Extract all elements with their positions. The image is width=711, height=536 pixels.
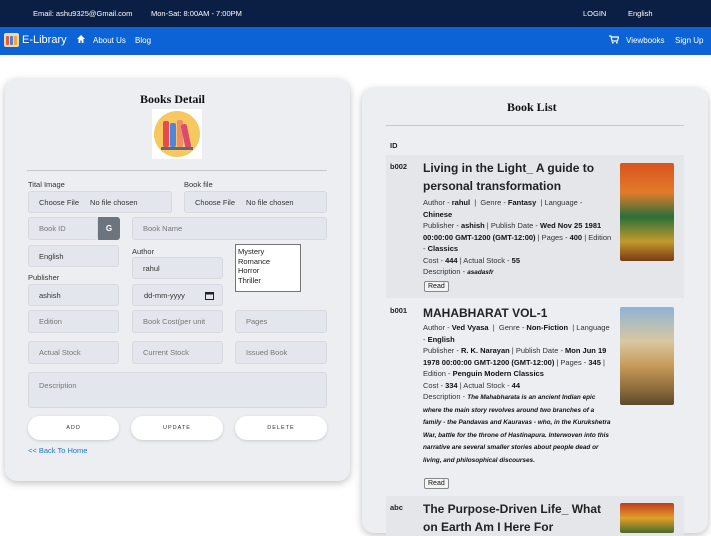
author-label: Author bbox=[132, 247, 155, 256]
read-button[interactable]: Read bbox=[424, 281, 449, 292]
genre-option[interactable]: Mystery bbox=[238, 247, 298, 257]
language-input[interactable]: English bbox=[28, 245, 119, 267]
book-id-cell: b002 bbox=[390, 162, 408, 171]
id-column-header: ID bbox=[390, 141, 398, 150]
book-cover-image[interactable] bbox=[620, 307, 674, 405]
read-button[interactable]: Read bbox=[424, 478, 449, 489]
book-id-cell: b001 bbox=[390, 306, 408, 315]
book-id-input[interactable]: Book ID bbox=[28, 217, 98, 240]
library-logo-icon bbox=[4, 33, 19, 47]
brand[interactable]: E-Library bbox=[4, 33, 67, 47]
business-hours: Mon-Sat: 8:00AM - 7:00PM bbox=[151, 9, 242, 18]
pages-input[interactable]: Pages bbox=[235, 310, 327, 333]
actual-stock-input[interactable]: Actual Stock bbox=[28, 341, 119, 364]
main-navbar: E-Library About Us Blog Viewbooks Sign U… bbox=[0, 27, 711, 55]
nav-blog[interactable]: Blog bbox=[135, 36, 151, 45]
publisher-label: Publisher bbox=[28, 273, 60, 282]
brand-name: E-Library bbox=[22, 34, 67, 46]
book-id-cell: abc bbox=[390, 503, 403, 512]
book-title: Living in the Light_ A guide to personal… bbox=[423, 161, 595, 193]
book-list-title: Book List bbox=[507, 100, 557, 114]
genre-option[interactable]: Romance bbox=[238, 257, 298, 267]
book-file-input[interactable]: Choose File No file chosen bbox=[184, 191, 327, 213]
genre-option[interactable]: Thriller bbox=[238, 276, 298, 286]
book-cover-image[interactable] bbox=[620, 503, 674, 533]
home-icon[interactable] bbox=[76, 34, 86, 46]
publish-date-input[interactable]: dd-mm-yyyy bbox=[132, 284, 223, 306]
genre-select[interactable]: Mystery Romance Horror Thriller bbox=[235, 244, 301, 292]
cart-icon[interactable] bbox=[609, 35, 620, 46]
language-selector[interactable]: English bbox=[628, 9, 653, 18]
genre-option[interactable]: Horror bbox=[238, 266, 298, 276]
book-cover-image[interactable] bbox=[620, 163, 674, 261]
description-textarea[interactable]: Description bbox=[28, 372, 327, 408]
edition-input[interactable]: Edition bbox=[28, 310, 119, 333]
contact-email: Email: ashu9325@Gmail.com bbox=[33, 9, 133, 18]
books-image-icon bbox=[152, 109, 202, 159]
issued-book-input[interactable]: Issued Book bbox=[235, 341, 327, 364]
book-name-input[interactable]: Book Name bbox=[132, 217, 327, 240]
divider bbox=[27, 170, 327, 171]
title-image-label: Tital Image bbox=[28, 180, 65, 189]
title-image-input[interactable]: Choose File No file chosen bbox=[28, 191, 172, 213]
book-title: MAHABHARAT VOL-1 bbox=[423, 306, 548, 320]
book-title: The Purpose-Driven Life_ What on Earth A… bbox=[423, 502, 602, 534]
back-to-home-link[interactable]: << Back To Home bbox=[28, 446, 87, 455]
top-info-bar: Email: ashu9325@Gmail.com Mon-Sat: 8:00A… bbox=[0, 0, 711, 27]
nav-viewbooks[interactable]: Viewbooks bbox=[626, 36, 665, 45]
delete-button[interactable]: DELETE bbox=[235, 416, 327, 440]
author-input[interactable]: rahul bbox=[132, 257, 223, 279]
book-cost-input[interactable]: Book Cost(per unit bbox=[132, 310, 223, 333]
current-stock-input[interactable]: Current Stock bbox=[132, 341, 223, 364]
books-detail-title: Books Detail bbox=[140, 92, 206, 106]
nav-about-us[interactable]: About Us bbox=[93, 36, 126, 45]
book-details: Author - rahul | Genre - Fantasy | Langu… bbox=[423, 198, 612, 276]
generate-id-button[interactable]: G bbox=[98, 217, 120, 240]
book-file-label: Book file bbox=[184, 180, 213, 189]
add-button[interactable]: ADD bbox=[28, 416, 119, 440]
nav-signup[interactable]: Sign Up bbox=[675, 36, 703, 45]
update-button[interactable]: UPDATE bbox=[131, 416, 223, 440]
publisher-input[interactable]: ashish bbox=[28, 284, 119, 306]
book-details: Author - Ved Vyasa | Genre - Non-Fiction… bbox=[423, 323, 611, 464]
calendar-icon[interactable] bbox=[205, 291, 214, 302]
divider bbox=[386, 125, 684, 126]
login-link[interactable]: LOGIN bbox=[583, 9, 606, 18]
